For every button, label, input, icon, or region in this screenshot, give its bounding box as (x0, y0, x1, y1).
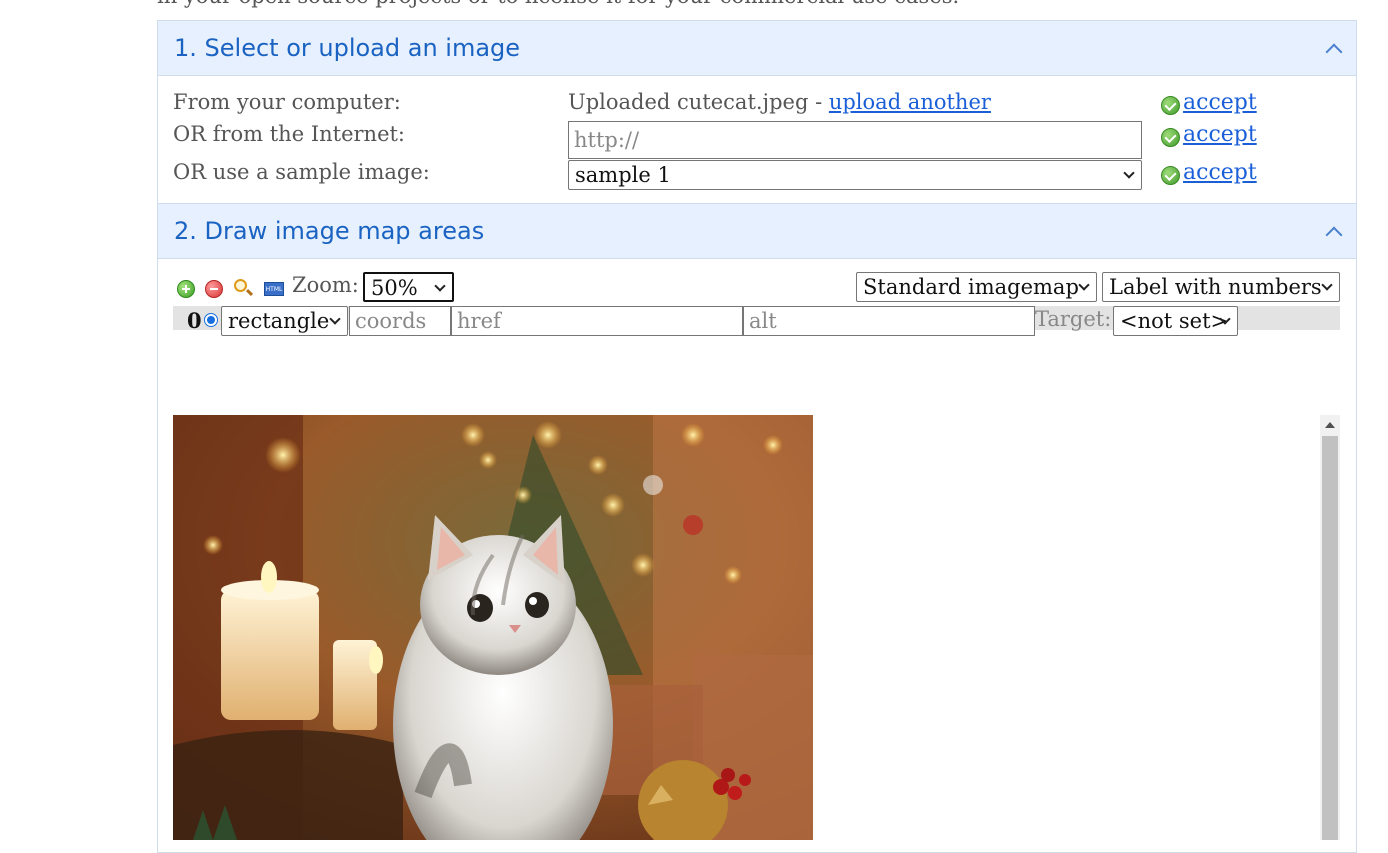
select-image-header[interactable]: 1. Select or upload an image (158, 21, 1356, 76)
uploaded-image-canvas[interactable] (173, 415, 813, 840)
accept-sample-link[interactable]: accept (1183, 160, 1257, 185)
uploaded-separator: - (808, 90, 829, 114)
remove-area-icon[interactable] (205, 280, 223, 298)
chevron-down-icon (1078, 279, 1090, 291)
html-code-icon[interactable]: HTML (264, 282, 284, 296)
draw-areas-header[interactable]: 2. Draw image map areas (158, 204, 1356, 259)
target-select[interactable]: <not set> (1113, 306, 1238, 336)
check-icon (1161, 96, 1180, 115)
sample-select-value: sample 1 (575, 163, 671, 187)
uploaded-filename: Uploaded cutecat.jpeg (568, 90, 809, 114)
area-shape-value: rectangle (228, 309, 330, 333)
sample-label: OR use a sample image: (173, 160, 430, 184)
label-mode-select[interactable]: Label with numbers (1102, 272, 1340, 302)
alt-input[interactable]: alt (743, 306, 1035, 336)
area-index: 0 (187, 308, 202, 333)
accept-url-link[interactable]: accept (1183, 122, 1257, 147)
internet-label: OR from the Internet: (173, 122, 406, 146)
image-scrollbar-thumb[interactable] (1322, 436, 1338, 840)
map-type-value: Standard imagemap (863, 275, 1079, 299)
cat-picture (173, 415, 813, 840)
upload-another-link[interactable]: upload another (829, 90, 991, 114)
target-value: <not set> (1120, 309, 1229, 333)
chevron-down-icon (434, 280, 446, 292)
add-area-icon[interactable] (177, 280, 195, 298)
accept-upload-link[interactable]: accept (1183, 90, 1257, 115)
check-icon (1161, 166, 1180, 185)
chevron-down-icon (1321, 279, 1333, 291)
area-radio[interactable] (204, 313, 218, 327)
check-icon (1161, 128, 1180, 147)
area-shape-select[interactable]: rectangle (221, 306, 348, 336)
map-type-select[interactable]: Standard imagemap (856, 272, 1097, 302)
chevron-up-icon[interactable] (1325, 226, 1343, 244)
sample-image-select[interactable]: sample 1 (568, 160, 1142, 190)
href-input[interactable]: href (451, 306, 743, 336)
image-url-input[interactable]: http:// (568, 121, 1142, 159)
target-label: Target: (1035, 307, 1112, 331)
section-title: 2. Draw image map areas (174, 217, 485, 245)
zoom-select[interactable]: 50% (363, 272, 454, 302)
label-mode-value: Label with numbers (1109, 275, 1322, 299)
chevron-down-icon (329, 313, 341, 325)
coords-input[interactable]: coords (349, 306, 451, 336)
magnifier-icon[interactable] (234, 279, 247, 292)
section-title: 1. Select or upload an image (174, 34, 521, 62)
intro-text: in your open source projects or to licen… (157, 0, 959, 8)
uploaded-status: Uploaded cutecat.jpeg - upload another (568, 90, 991, 114)
computer-label: From your computer: (173, 90, 401, 114)
zoom-label: Zoom: (292, 273, 359, 297)
scroll-up-arrow-icon[interactable] (1325, 422, 1335, 428)
chevron-down-icon (1123, 167, 1135, 179)
zoom-value: 50% (371, 276, 418, 300)
chevron-up-icon[interactable] (1325, 43, 1343, 61)
